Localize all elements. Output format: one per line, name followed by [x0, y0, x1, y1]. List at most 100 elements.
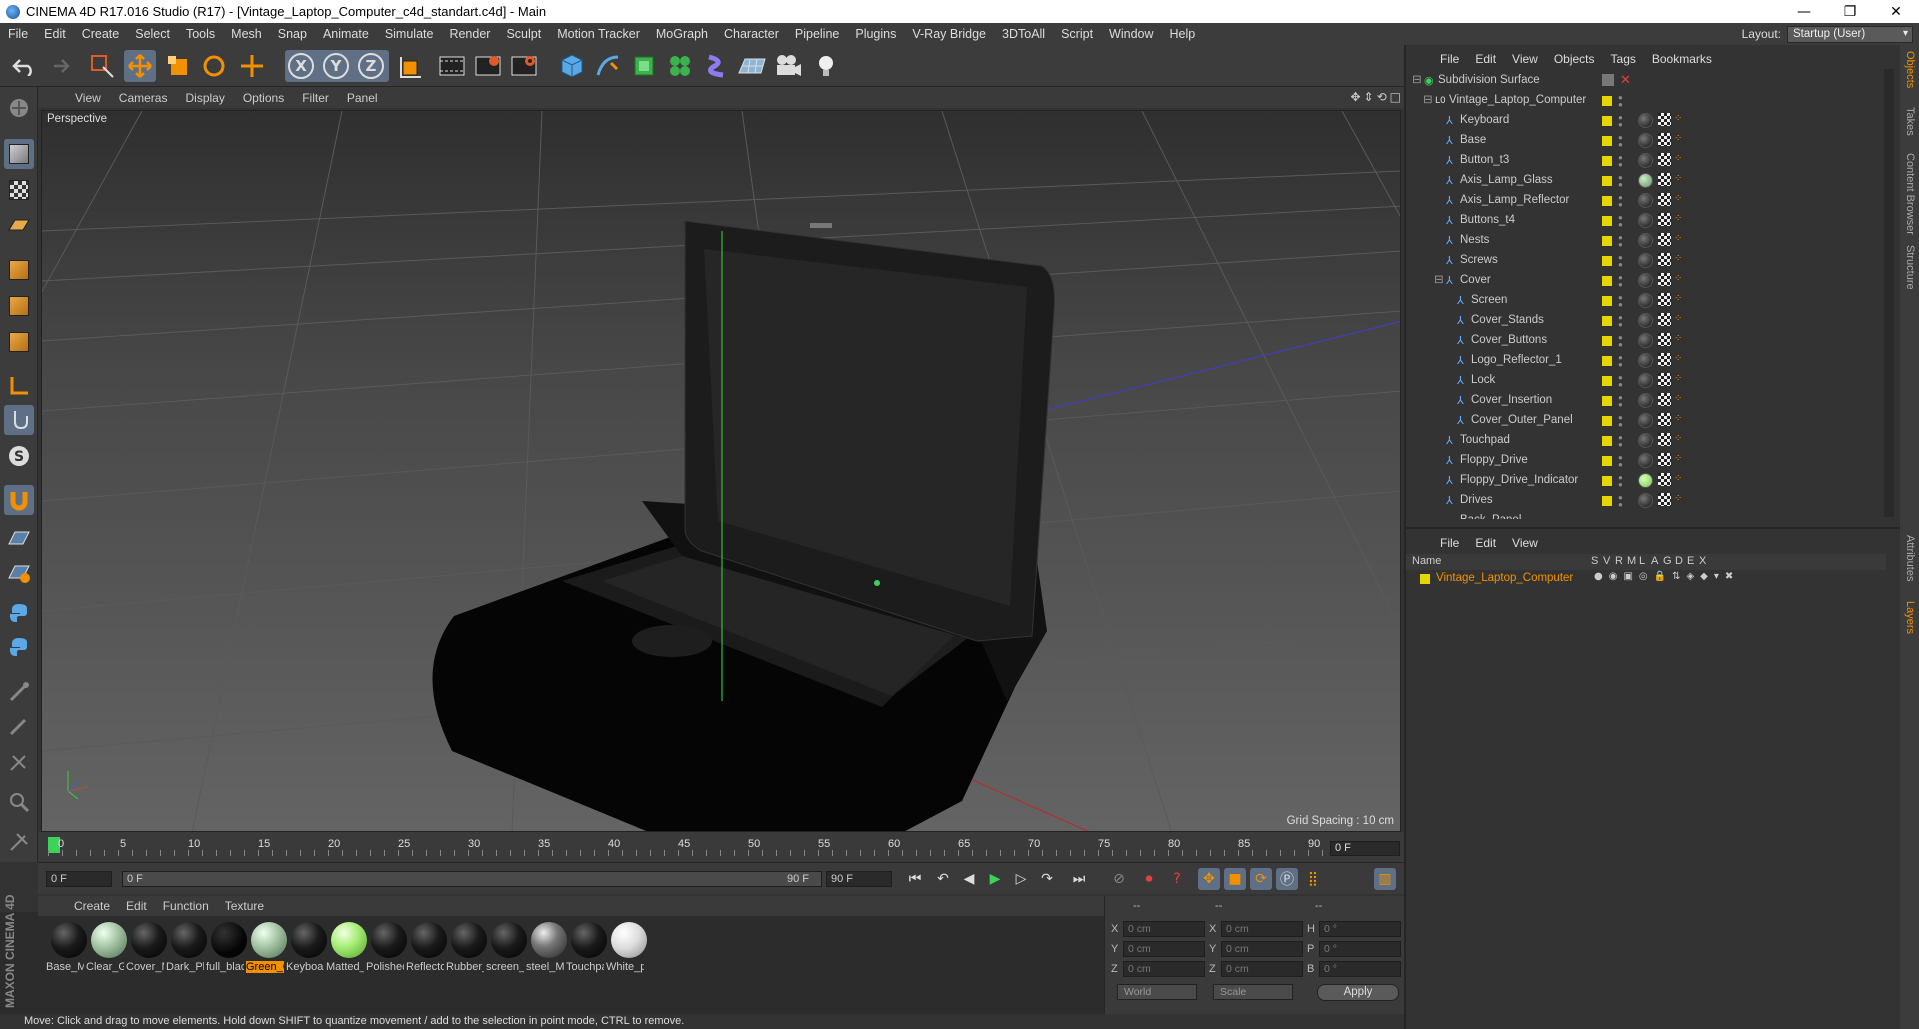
- object-row[interactable]: ⊟ L0 Vintage_Laptop_Computer ● ●: [1406, 91, 1886, 111]
- key-position-icon[interactable]: ✥: [1198, 868, 1220, 890]
- uvw-tag-icon[interactable]: [1658, 213, 1671, 226]
- uvw-tag-icon[interactable]: [1658, 493, 1671, 506]
- object-row[interactable]: ⅄ Cover_Insertion ● ● ⁘: [1406, 391, 1886, 411]
- material-preview-ball[interactable]: [51, 922, 87, 958]
- layer-color-tag[interactable]: [1602, 216, 1612, 226]
- object-row[interactable]: ⅄ Screws ● ● ⁘: [1406, 251, 1886, 271]
- points-mode-icon[interactable]: [4, 255, 34, 285]
- uvw-tag-icon[interactable]: [1658, 293, 1671, 306]
- cloner-icon[interactable]: [664, 50, 696, 82]
- layer-color-tag[interactable]: [1602, 496, 1612, 506]
- python-icon[interactable]: [4, 599, 34, 629]
- viewport-menu-cameras[interactable]: Cameras: [110, 91, 177, 105]
- position-z-field[interactable]: 0 cm: [1123, 961, 1205, 977]
- material-tag-icon[interactable]: [1638, 173, 1653, 188]
- material-tag-icon[interactable]: [1638, 353, 1653, 368]
- phong-tag-icon[interactable]: ⁘: [1674, 173, 1682, 184]
- object-row[interactable]: ⅄ Floppy_Drive ● ● ⁘: [1406, 451, 1886, 471]
- layer-color-tag[interactable]: [1602, 136, 1612, 146]
- menu-tools[interactable]: Tools: [178, 27, 223, 41]
- material-tag-icon[interactable]: [1638, 393, 1653, 408]
- object-row[interactable]: ⊟ ◉ Subdivision Surface ✕: [1406, 71, 1886, 91]
- phong-tag-icon[interactable]: ⁘: [1674, 453, 1682, 464]
- object-name[interactable]: Subdivision Surface: [1438, 74, 1540, 86]
- layout-dropdown[interactable]: Startup (User): [1787, 25, 1913, 43]
- symmetry-icon[interactable]: [4, 747, 34, 777]
- visibility-dots-icon[interactable]: ● ●: [1618, 154, 1623, 169]
- previous-frame-icon[interactable]: ◀: [958, 868, 980, 890]
- layer-color-tag[interactable]: [1602, 436, 1612, 446]
- current-frame-field[interactable]: 0 F: [1330, 841, 1400, 856]
- minimize-button[interactable]: —: [1781, 4, 1827, 20]
- layer-menu-edit[interactable]: Edit: [1467, 536, 1504, 550]
- phong-tag-icon[interactable]: ⁘: [1674, 473, 1682, 484]
- viewport-menu-panel[interactable]: Panel: [338, 91, 387, 105]
- bp-paint-icon[interactable]: [4, 677, 34, 707]
- uvw-tag-icon[interactable]: [1658, 373, 1671, 386]
- redo-icon[interactable]: [42, 50, 74, 82]
- object-name[interactable]: Floppy_Drive: [1460, 454, 1528, 466]
- material-preview-ball[interactable]: [211, 922, 247, 958]
- object-row[interactable]: ⅄ Cover_Buttons ● ● ⁘: [1406, 331, 1886, 351]
- visibility-dots-icon[interactable]: ● ●: [1618, 474, 1623, 489]
- python-script-icon[interactable]: [4, 633, 34, 663]
- key-rotation-icon[interactable]: ⟳: [1250, 868, 1272, 890]
- layer-color-tag[interactable]: [1602, 296, 1612, 306]
- expand-toggle-icon[interactable]: ⊟: [1423, 92, 1433, 106]
- tweak-mode-icon[interactable]: [4, 405, 34, 435]
- object-name[interactable]: Touchpad: [1460, 434, 1510, 446]
- polygons-mode-icon[interactable]: [4, 327, 34, 357]
- render-settings-icon[interactable]: [508, 50, 540, 82]
- record-keys-disabled-icon[interactable]: ⊘: [1108, 868, 1130, 890]
- object-name[interactable]: Buttons_t4: [1460, 214, 1515, 226]
- coordinate-system-icon[interactable]: [394, 50, 426, 82]
- object-menu-view[interactable]: View: [1504, 52, 1546, 66]
- menu-edit[interactable]: Edit: [36, 27, 74, 41]
- light-icon[interactable]: [810, 50, 842, 82]
- menu-sculpt[interactable]: Sculpt: [498, 27, 549, 41]
- timeline-window-icon[interactable]: ▥: [1374, 868, 1396, 890]
- layer-column-r[interactable]: R: [1615, 555, 1623, 567]
- material-preview-ball[interactable]: [451, 922, 487, 958]
- material-tag-icon[interactable]: [1638, 193, 1653, 208]
- menu-render[interactable]: Render: [441, 27, 498, 41]
- texture-mode-icon[interactable]: [4, 175, 34, 205]
- grab-icon[interactable]: [4, 827, 34, 857]
- coordinate-space-dropdown[interactable]: World: [1117, 984, 1197, 1000]
- material-tag-icon[interactable]: [1638, 293, 1653, 308]
- layer-color-tag[interactable]: [1602, 176, 1612, 186]
- object-name[interactable]: Nests: [1460, 234, 1489, 246]
- object-row[interactable]: ⅄ Base ● ● ⁘: [1406, 131, 1886, 151]
- uvw-tag-icon[interactable]: [1658, 413, 1671, 426]
- object-name[interactable]: Cover: [1460, 274, 1491, 286]
- size-z-field[interactable]: 0 cm: [1221, 961, 1303, 977]
- uvw-tag-icon[interactable]: [1658, 393, 1671, 406]
- material-tag-icon[interactable]: [1638, 493, 1653, 508]
- record-active-objects-icon[interactable]: ⏺: [1138, 868, 1160, 890]
- phong-tag-icon[interactable]: ⁘: [1674, 353, 1682, 364]
- model-mode-icon[interactable]: [4, 139, 34, 169]
- size-y-field[interactable]: 0 cm: [1221, 941, 1303, 957]
- visibility-dots-icon[interactable]: ● ●: [1618, 434, 1623, 449]
- object-menu-tags[interactable]: Tags: [1603, 52, 1644, 66]
- object-name[interactable]: Cover_Outer_Panel: [1471, 414, 1573, 426]
- layer-menu-file[interactable]: File: [1432, 536, 1467, 550]
- object-menu-objects[interactable]: Objects: [1546, 52, 1603, 66]
- go-to-start-icon[interactable]: ⏮: [904, 868, 926, 890]
- visibility-dots-icon[interactable]: ● ●: [1618, 414, 1623, 429]
- transform-tool-icon[interactable]: [236, 50, 268, 82]
- layer-color-tag[interactable]: [1602, 116, 1612, 126]
- object-row[interactable]: ⅄ Cover_Stands ● ● ⁘: [1406, 311, 1886, 331]
- phong-tag-icon[interactable]: ⁘: [1674, 313, 1682, 324]
- visibility-dots-icon[interactable]: ● ●: [1618, 254, 1623, 269]
- object-name[interactable]: Drives: [1460, 494, 1493, 506]
- rotate-tool-icon[interactable]: [198, 50, 230, 82]
- menu-file[interactable]: File: [0, 27, 36, 41]
- phong-tag-icon[interactable]: ⁘: [1674, 133, 1682, 144]
- menu-script[interactable]: Script: [1053, 27, 1101, 41]
- menu-mograph[interactable]: MoGraph: [648, 27, 716, 41]
- menu-create[interactable]: Create: [74, 27, 128, 41]
- uvw-tag-icon[interactable]: [1658, 273, 1671, 286]
- layer-color-tag[interactable]: [1602, 416, 1612, 426]
- object-row[interactable]: ⅄ Screen ● ● ⁘: [1406, 291, 1886, 311]
